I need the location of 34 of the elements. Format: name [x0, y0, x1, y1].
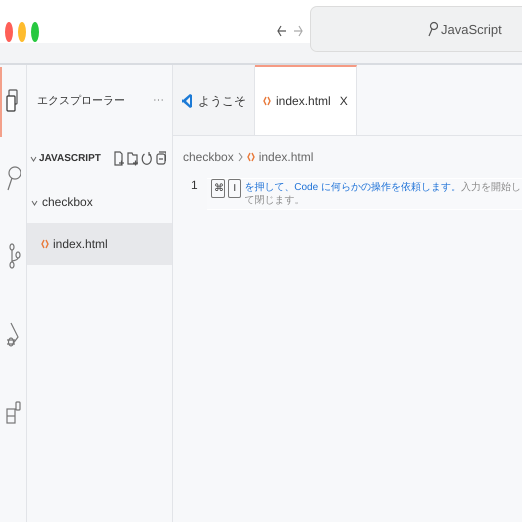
breadcrumb-item[interactable]: index.html: [258, 150, 314, 164]
tree-item[interactable]: checkbox: [27, 181, 172, 223]
section-header[interactable]: JAVASCRIPT: [27, 135, 172, 181]
close-tab-button[interactable]: X: [340, 94, 348, 108]
forward-arrow-icon[interactable]: [293, 24, 303, 38]
sidebar-title: エクスプローラー: [37, 94, 125, 108]
search-icon[interactable]: [5, 165, 21, 191]
html-file-icon: [41, 239, 49, 249]
more-actions-button[interactable]: ···: [153, 94, 164, 106]
collapse-all-icon[interactable]: [155, 150, 166, 166]
breadcrumb-item[interactable]: checkbox: [183, 150, 234, 164]
keyboard-key: ⌘: [211, 179, 226, 198]
html-file-icon: [246, 152, 255, 162]
editor-hint: を押して、Code に何らかの操作を依頼します。入力を開始して閉じます。: [244, 180, 522, 207]
back-arrow-icon[interactable]: [277, 24, 287, 38]
chevron-icon: [238, 152, 243, 162]
refresh-icon[interactable]: [141, 150, 152, 166]
html-file-icon: [263, 96, 271, 106]
maximize-window-icon[interactable]: [31, 21, 39, 43]
address-bar[interactable]: JavaScript: [310, 6, 522, 52]
editor-tab[interactable]: index.html X: [255, 65, 357, 135]
vscode-logo-icon: [181, 93, 193, 109]
tree-item[interactable]: index.html: [27, 223, 172, 265]
search-icon: [428, 21, 438, 37]
new-folder-icon[interactable]: [127, 150, 138, 166]
close-window-icon[interactable]: [5, 21, 13, 43]
extensions-icon[interactable]: [5, 399, 21, 425]
run-debug-icon[interactable]: [5, 321, 21, 347]
section-title: JAVASCRIPT: [39, 152, 101, 164]
line-number: 1: [191, 178, 199, 192]
new-file-icon[interactable]: [113, 150, 124, 166]
keyboard-key: I: [228, 179, 242, 198]
editor-tab[interactable]: ようこそ: [173, 65, 255, 135]
search-input[interactable]: JavaScript: [441, 22, 507, 36]
